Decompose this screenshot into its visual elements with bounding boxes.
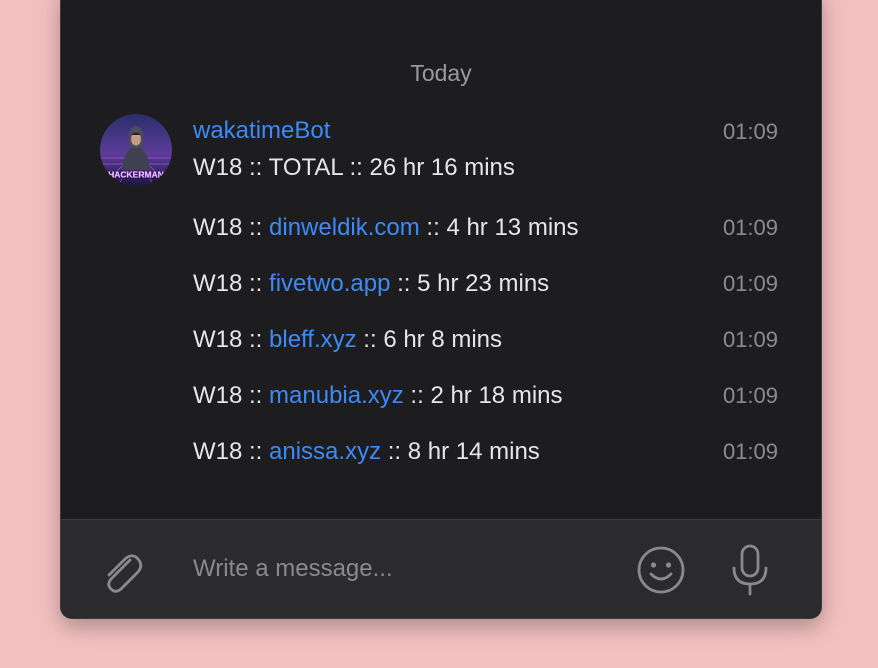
microphone-icon[interactable]	[727, 542, 773, 600]
sender-name[interactable]: wakatimeBot	[193, 117, 330, 145]
message-time: 01:09	[722, 383, 778, 408]
project-link[interactable]: dinweldik.com	[269, 214, 420, 241]
message-suffix: :: 6 hr 8 mins	[356, 326, 503, 353]
message-text: W18 :: dinweldik.com :: 4 hr 13 mins	[193, 214, 579, 242]
message-suffix: :: 5 hr 23 mins	[390, 270, 550, 297]
smiley-icon[interactable]	[635, 544, 687, 596]
avatar[interactable]: HACKERMAN	[100, 114, 172, 186]
message-time: 01:09	[722, 439, 778, 464]
message-prefix: W18 ::	[193, 326, 270, 353]
message-suffix: :: 2 hr 18 mins	[403, 382, 563, 409]
paperclip-icon[interactable]	[97, 544, 145, 596]
message-prefix: W18 ::	[193, 438, 270, 465]
avatar-caption: HACKERMAN	[108, 170, 164, 180]
message-suffix: :: 4 hr 13 mins	[419, 214, 579, 241]
message-time: 01:09	[722, 271, 778, 296]
message-prefix: W18 ::	[193, 382, 270, 409]
chat-window: Today HACKERMAN wakatimeBot 01:09 W18::…	[60, 0, 822, 619]
message-time: 01:09	[722, 119, 778, 144]
message-composer	[61, 519, 821, 618]
message-text: W18 :: TOTAL :: 26 hr 16 mins	[193, 154, 515, 181]
project-link[interactable]: fivetwo.app	[269, 270, 390, 297]
project-link[interactable]: anissa.xyz	[269, 438, 381, 465]
message-text: W18 :: manubia.xyz :: 2 hr 18 mins	[193, 382, 563, 410]
message-text: W18 :: anissa.xyz :: 8 hr 14 mins	[193, 438, 540, 466]
avatar-image: HACKERMAN	[100, 114, 172, 186]
message-prefix: W18 ::	[193, 270, 270, 297]
message-time: 01:09	[722, 215, 778, 240]
date-separator: Today	[410, 60, 472, 86]
message-text: W18 :: bleff.xyz :: 6 hr 8 mins	[193, 326, 502, 354]
message-input[interactable]	[193, 552, 613, 586]
message-prefix: W18 ::	[193, 214, 270, 241]
message-suffix: :: 8 hr 14 mins	[381, 438, 540, 465]
message-time: 01:09	[722, 327, 778, 352]
project-link[interactable]: bleff.xyz	[269, 326, 357, 353]
message-text: W18 :: fivetwo.app :: 5 hr 23 mins	[193, 270, 549, 298]
project-link[interactable]: manubia.xyz	[269, 382, 404, 409]
